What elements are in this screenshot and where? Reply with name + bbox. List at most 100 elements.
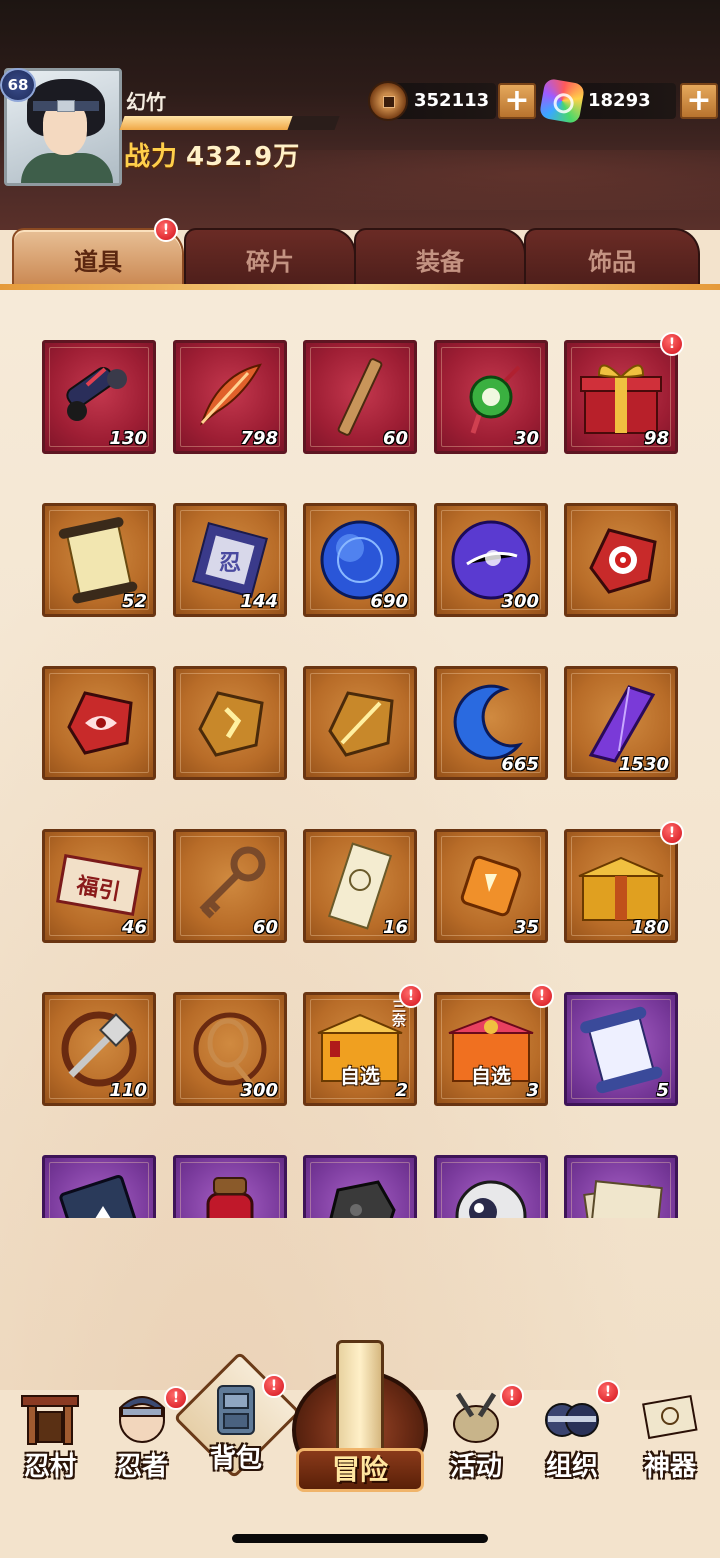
inventory-slot[interactable] <box>173 666 287 780</box>
guild-masks-icon <box>545 1403 599 1437</box>
inventory-slot[interactable]: 300 <box>173 992 287 1106</box>
book-icon <box>59 1175 143 1218</box>
inventory-slot[interactable] <box>564 503 678 617</box>
item-alert-badge: ! <box>530 984 554 1008</box>
player-name: 幻竹 <box>126 90 166 114</box>
nav-ninja-label: 忍者 <box>115 1452 168 1482</box>
inventory-slot[interactable] <box>173 1155 287 1218</box>
eyeball-icon <box>455 1180 527 1218</box>
avatar-headband-plate <box>57 100 75 112</box>
artifact-scroll-icon <box>642 1394 698 1440</box>
svg-text:忍: 忍 <box>219 551 241 576</box>
inventory-slot[interactable]: 自选 三奈 2 <box>303 992 417 1106</box>
item-count: 60 <box>382 428 408 449</box>
item-alert-badge: ! <box>399 984 423 1008</box>
item-count: 110 <box>109 1080 147 1101</box>
inventory-slot[interactable] <box>564 1155 678 1218</box>
nav-village[interactable]: 忍村 <box>0 1380 100 1490</box>
inventory-slot[interactable] <box>434 1155 548 1218</box>
inventory-slot[interactable]: 110 <box>42 992 156 1106</box>
bottom-nav: 忍村 忍者 ! 背包 ! 冒险 活动 ! 组织 ! 神器 <box>0 1340 720 1558</box>
combat-power-value: 432.9万 <box>186 142 301 172</box>
item-count: 16 <box>382 917 408 938</box>
inventory-grid: 130 798 60 30 98! 52 忍 144 690 300 665 1530 福引 46 60 16… <box>0 290 720 1218</box>
nav-artifact[interactable]: 神器 <box>620 1380 720 1490</box>
inventory-slot[interactable]: 5 <box>564 992 678 1106</box>
nav-ninja-alert-badge: ! <box>164 1386 188 1410</box>
gold-rune-stone-icon <box>198 691 264 757</box>
inventory-slot[interactable]: 52 <box>42 503 156 617</box>
inventory-slot[interactable]: 60 <box>303 340 417 454</box>
backpack-icon <box>217 1385 255 1435</box>
tab-ornaments[interactable]: 饰品 <box>524 228 700 288</box>
item-count: 35 <box>513 917 539 938</box>
inventory-slot[interactable]: 180 <box>564 829 678 943</box>
copper-coin-icon <box>368 81 408 121</box>
inventory-slot[interactable]: 1530 <box>564 666 678 780</box>
inventory-slot[interactable]: 16 <box>303 829 417 943</box>
item-count: 60 <box>252 917 278 938</box>
inventory-slot[interactable]: 798 <box>173 340 287 454</box>
inventory-slot[interactable]: 35 <box>434 829 548 943</box>
nav-bag-label: 背包 <box>209 1444 262 1474</box>
inventory-slot[interactable]: 98 <box>564 340 678 454</box>
inventory-slot[interactable]: 130 <box>42 340 156 454</box>
inventory-slot[interactable] <box>303 1155 417 1218</box>
item-count: 798 <box>240 428 278 449</box>
item-count: 5 <box>656 1080 669 1101</box>
level-badge: 68 <box>0 68 36 102</box>
nav-adventure[interactable]: 冒险 <box>290 1340 430 1500</box>
inventory-slot[interactable]: 665 <box>434 666 548 780</box>
item-count: 180 <box>631 917 669 938</box>
item-alert-badge: ! <box>660 821 684 845</box>
nav-adventure-label: 冒险 <box>296 1448 424 1492</box>
inventory-slot[interactable] <box>42 1155 156 1218</box>
item-count: 690 <box>370 591 408 612</box>
avatar-body <box>21 153 113 183</box>
inventory-slot[interactable] <box>42 666 156 780</box>
item-count: 46 <box>121 917 147 938</box>
inventory-slot[interactable]: 690 <box>303 503 417 617</box>
gold-blade-stone-icon <box>328 691 394 757</box>
item-count: 52 <box>121 591 147 612</box>
tab-shards[interactable]: 碎片 <box>184 228 356 288</box>
red-target-stone-icon <box>589 528 657 594</box>
inventory-slot[interactable]: 自选 3 <box>434 992 548 1106</box>
tab-underline <box>0 284 720 290</box>
inventory-slot[interactable]: 300 <box>434 503 548 617</box>
dark-ore-icon <box>329 1180 396 1218</box>
inventory-slot[interactable]: 福引 46 <box>42 829 156 943</box>
adventure-scroll-icon <box>336 1340 384 1460</box>
exp-bar <box>119 116 340 130</box>
item-count: 130 <box>109 428 147 449</box>
rainbow-gem-icon <box>538 77 586 125</box>
add-copper-button[interactable]: + <box>498 83 536 119</box>
nav-bag-alert-badge: ! <box>262 1374 286 1398</box>
item-count: 300 <box>501 591 539 612</box>
item-count: 300 <box>240 1080 278 1101</box>
tab-equipment[interactable]: 装备 <box>354 228 526 288</box>
copper-value: 352113 <box>414 90 490 111</box>
inventory-slot[interactable]: 忍 144 <box>173 503 287 617</box>
combat-power: 战力 432.9万 <box>124 136 300 173</box>
nav-events-alert-badge: ! <box>500 1384 524 1408</box>
inventory-slot[interactable]: 60 <box>173 829 287 943</box>
add-gem-button[interactable]: + <box>680 83 718 119</box>
exp-bar-fill <box>119 116 293 130</box>
nav-guild-alert-badge: ! <box>596 1380 620 1404</box>
combat-power-label: 战力 <box>124 142 179 172</box>
nav-guild-label: 组织 <box>545 1452 598 1482</box>
inventory-slot[interactable] <box>303 666 417 780</box>
item-alert-badge: ! <box>660 332 684 356</box>
item-count: 3 <box>526 1080 539 1101</box>
kunai-drum-icon <box>453 1392 499 1443</box>
inventory-slot[interactable]: 30 <box>434 340 548 454</box>
tab-items-alert-badge: ! <box>154 218 178 242</box>
item-count: 30 <box>513 428 539 449</box>
copper-currency: 352113 <box>368 81 496 121</box>
item-count: 1530 <box>618 754 669 775</box>
paper-bundle-icon <box>583 1180 663 1218</box>
red-eye-stone-icon <box>67 691 133 755</box>
item-tag: 自选 <box>471 1064 511 1088</box>
home-indicator[interactable] <box>232 1534 488 1543</box>
